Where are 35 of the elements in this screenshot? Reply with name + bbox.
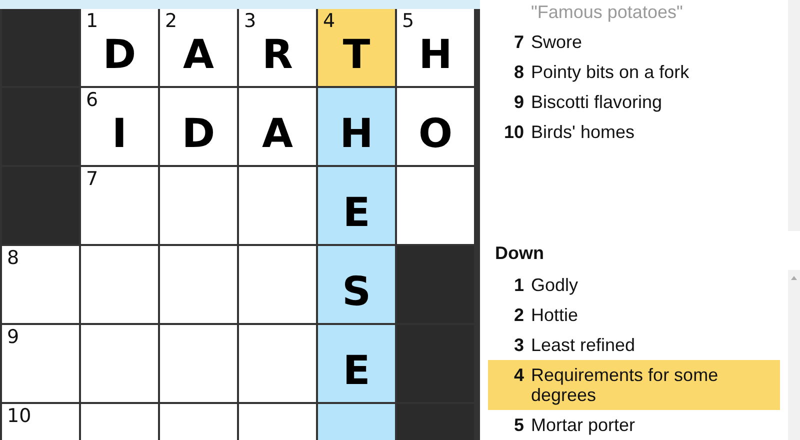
clue-number: 7	[86, 168, 98, 190]
cell-letter: H	[418, 32, 452, 78]
clue-number: 1	[86, 10, 98, 32]
clue-item[interactable]: 9 Biscotti flavoring	[488, 87, 780, 117]
scrollbar[interactable]	[788, 270, 800, 440]
cell-letter: I	[112, 110, 127, 156]
clue-number: 10	[7, 405, 32, 427]
cell-letter: H	[340, 110, 374, 156]
clue-item[interactable]: 3 Least refined	[488, 330, 780, 360]
clue-item[interactable]: 10 Birds' homes	[488, 117, 780, 147]
cell-letter: D	[102, 32, 136, 78]
clue-item[interactable]: 8 Pointy bits on a fork	[488, 57, 780, 87]
cell-letter: S	[342, 268, 371, 314]
cell-letter: A	[262, 110, 293, 156]
clue-item[interactable]: 7 Swore	[488, 27, 780, 57]
cell-letter: T	[342, 32, 370, 78]
cell-letter: E	[342, 348, 370, 394]
clue-item[interactable]: 1 Godly	[488, 270, 780, 300]
clue-number: 6	[86, 89, 98, 111]
cell-letter: A	[183, 32, 214, 78]
section-heading: Down	[494, 242, 545, 265]
clue-number: 9	[7, 326, 20, 348]
clue-item[interactable]: 2 Hottie	[488, 300, 780, 330]
clue-item[interactable]: 4 Requirements for some degrees	[488, 360, 780, 410]
clue-item[interactable]: 5 Mortar porter	[488, 410, 780, 440]
cell-letter: D	[182, 110, 216, 156]
clue-number: 5	[402, 10, 414, 32]
clue-number: 4	[323, 10, 336, 32]
cell-letter: R	[262, 32, 293, 78]
cell-letter: E	[342, 190, 370, 236]
scroll-up-icon[interactable]	[791, 276, 797, 280]
cell-letter: O	[418, 110, 452, 156]
clue-number: 8	[7, 247, 20, 269]
clue-number: 2	[165, 10, 178, 32]
clue-number: 3	[244, 10, 256, 32]
